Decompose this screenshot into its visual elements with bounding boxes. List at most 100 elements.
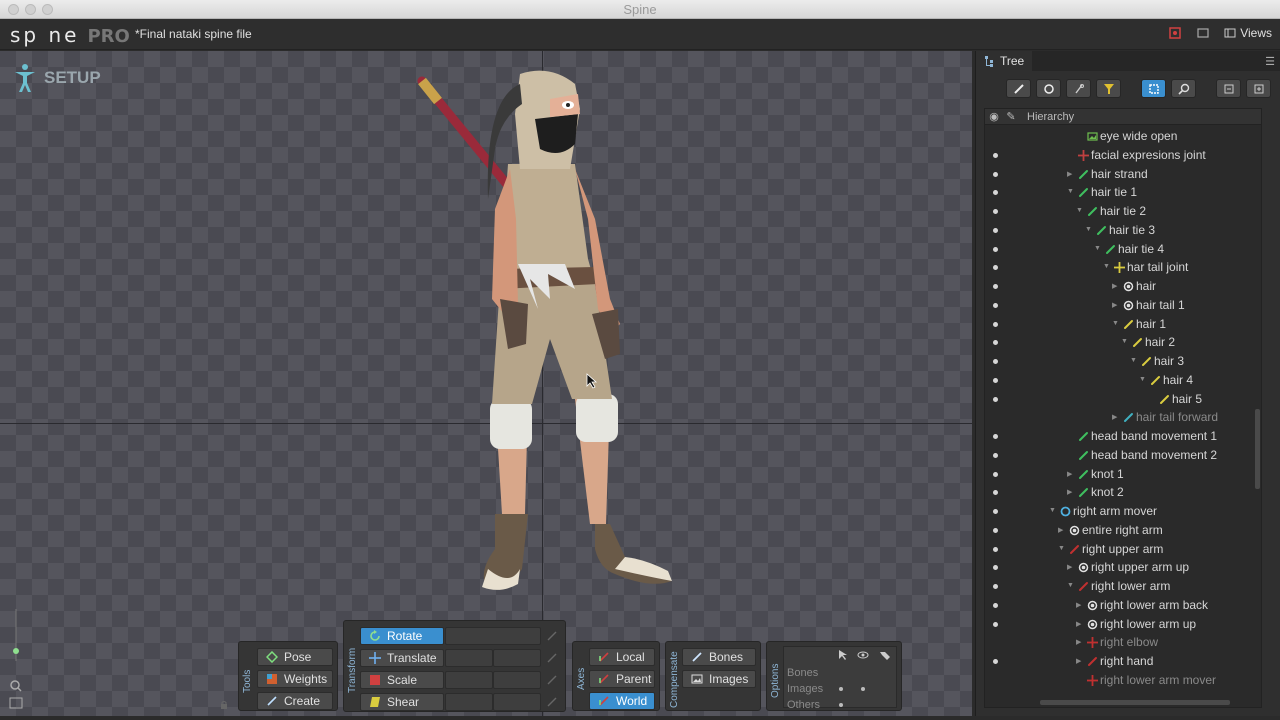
tree-row[interactable]: ▶ hair tail 1 xyxy=(985,296,1255,315)
select-cursor-icon[interactable] xyxy=(837,649,849,661)
tree-row[interactable]: ▼ hair tie 3 xyxy=(985,221,1255,240)
visibility-dot[interactable] xyxy=(993,340,998,346)
tree-row[interactable]: eye wide open xyxy=(985,127,1255,146)
windows-icon[interactable] xyxy=(1196,26,1210,40)
tree-row[interactable]: facial expresions joint xyxy=(985,146,1255,165)
visibility-dot[interactable] xyxy=(993,434,998,439)
visibility-dot[interactable] xyxy=(993,546,998,552)
visibility-dot[interactable] xyxy=(993,152,998,158)
translate-y-field[interactable] xyxy=(493,649,541,667)
tree-row[interactable]: ▶ knot 2 xyxy=(985,483,1255,502)
visibility-dot[interactable] xyxy=(993,377,998,383)
character-skeleton[interactable] xyxy=(400,69,690,599)
tree-row[interactable]: ▶ right elbow xyxy=(985,633,1255,652)
tree-vertical-scrollbar[interactable] xyxy=(1255,409,1260,489)
visibility-dot[interactable] xyxy=(993,621,998,627)
visibility-dot[interactable] xyxy=(993,359,998,364)
visibility-dot[interactable] xyxy=(993,302,998,308)
collapsed-arrow-icon[interactable]: ▶ xyxy=(1067,563,1072,571)
tree-tab[interactable]: Tree xyxy=(976,51,1033,71)
hierarchy-tree[interactable]: ◉ ✎ Hierarchy eye wide open facial expres… xyxy=(984,108,1262,708)
visibility-dot[interactable] xyxy=(993,171,998,177)
spine-view-icon[interactable] xyxy=(1168,26,1182,40)
expanded-arrow-icon[interactable]: ▼ xyxy=(1121,338,1128,345)
tree-row[interactable]: ▼ hair 3 xyxy=(985,352,1255,371)
compensate-images-button[interactable]: Images xyxy=(682,670,756,688)
visibility-dot[interactable] xyxy=(993,565,998,571)
visibility-dot[interactable] xyxy=(993,584,998,589)
filter-attachments-button[interactable] xyxy=(1066,79,1091,98)
visibility-dot[interactable] xyxy=(993,490,998,496)
visibility-dot[interactable] xyxy=(993,246,998,252)
setup-mode-indicator[interactable]: SETUP xyxy=(12,63,101,93)
scale-button[interactable]: Scale xyxy=(360,671,444,689)
key-column-icon[interactable]: ✎ xyxy=(1003,110,1019,123)
others-select-toggle[interactable] xyxy=(839,703,843,707)
rotate-value-field[interactable] xyxy=(445,627,541,645)
tree-row[interactable]: ▼ hair tie 4 xyxy=(985,240,1255,259)
visibility-dot[interactable] xyxy=(993,602,998,608)
translate-x-field[interactable] xyxy=(445,649,493,667)
expanded-arrow-icon[interactable]: ▼ xyxy=(1112,320,1119,327)
collapsed-arrow-icon[interactable]: ▶ xyxy=(1067,470,1072,478)
collapsed-arrow-icon[interactable]: ▶ xyxy=(1067,488,1072,496)
expanded-arrow-icon[interactable]: ▼ xyxy=(1085,226,1092,233)
filter-constraints-button[interactable] xyxy=(1096,79,1121,98)
collapsed-arrow-icon[interactable]: ▶ xyxy=(1076,638,1081,646)
tree-row[interactable]: ▶ right hand xyxy=(985,652,1255,671)
visibility-dot[interactable] xyxy=(993,509,998,514)
tree-row[interactable]: ▶ right upper arm up xyxy=(985,558,1255,577)
expanded-arrow-icon[interactable]: ▼ xyxy=(1049,507,1056,514)
tree-row[interactable]: ▼ hair 2 xyxy=(985,333,1255,352)
local-axes-button[interactable]: Local xyxy=(589,648,655,666)
visibility-dot[interactable] xyxy=(993,265,998,271)
collapsed-arrow-icon[interactable]: ▶ xyxy=(1112,282,1117,290)
tree-row[interactable]: ▶ hair strand xyxy=(985,165,1255,184)
shear-button[interactable]: Shear xyxy=(360,693,444,711)
collapsed-arrow-icon[interactable]: ▶ xyxy=(1076,657,1081,665)
tree-row[interactable]: ▼ right lower arm xyxy=(985,577,1255,596)
tree-row[interactable]: ▶ hair xyxy=(985,277,1255,296)
shear-x-field[interactable] xyxy=(445,693,493,711)
tree-row[interactable]: right lower arm mover xyxy=(985,671,1255,690)
visibility-dot[interactable] xyxy=(993,659,998,664)
translate-key-icon[interactable] xyxy=(546,652,558,664)
tree-row[interactable]: ▶ hair tail forward xyxy=(985,408,1255,427)
collapse-all-button[interactable] xyxy=(1216,79,1241,98)
collapsed-arrow-icon[interactable]: ▶ xyxy=(1058,526,1063,534)
tree-row[interactable]: hair 5 xyxy=(985,390,1255,409)
expanded-arrow-icon[interactable]: ▼ xyxy=(1103,263,1110,270)
tree-row[interactable]: ▶ knot 1 xyxy=(985,465,1255,484)
visibility-dot[interactable] xyxy=(993,452,998,458)
tree-row[interactable]: head band movement 1 xyxy=(985,427,1255,446)
names-icon[interactable] xyxy=(879,649,891,661)
lock-icon[interactable] xyxy=(219,700,229,710)
filter-slots-button[interactable] xyxy=(1036,79,1061,98)
create-button[interactable]: Create xyxy=(257,692,333,710)
visibility-dot[interactable] xyxy=(993,190,998,196)
tree-row[interactable]: head band movement 2 xyxy=(985,446,1255,465)
tree-row[interactable]: ▶ right lower arm back xyxy=(985,596,1255,615)
zoom-control[interactable] xyxy=(8,601,24,714)
visibility-dot[interactable] xyxy=(993,527,998,533)
tree-row[interactable]: ▼ hair 4 xyxy=(985,371,1255,390)
expanded-arrow-icon[interactable]: ▼ xyxy=(1130,357,1137,364)
focus-selection-button[interactable] xyxy=(1141,79,1166,98)
tree-row[interactable]: ▼ hair tie 1 xyxy=(985,183,1255,202)
tree-row[interactable]: ▼ right upper arm xyxy=(985,540,1255,559)
tree-row[interactable]: ▼ har tail joint xyxy=(985,258,1255,277)
weights-button[interactable]: Weights xyxy=(257,670,333,688)
expanded-arrow-icon[interactable]: ▼ xyxy=(1076,207,1083,214)
pose-button[interactable]: Pose xyxy=(257,648,333,666)
expanded-arrow-icon[interactable]: ▼ xyxy=(1139,376,1146,383)
compensate-bones-button[interactable]: Bones xyxy=(682,648,756,666)
scale-key-icon[interactable] xyxy=(546,674,558,686)
collapsed-arrow-icon[interactable]: ▶ xyxy=(1076,601,1081,609)
panel-menu-icon[interactable]: ☰ xyxy=(1265,55,1275,68)
visibility-dot[interactable] xyxy=(993,227,998,233)
visibility-dot[interactable] xyxy=(993,284,998,289)
expanded-arrow-icon[interactable]: ▼ xyxy=(1067,582,1074,589)
editor-viewport[interactable]: SETUP Tools Pose Weights Create Transfor… xyxy=(0,51,972,716)
tree-horizontal-scrollbar[interactable] xyxy=(1040,700,1230,705)
shear-y-field[interactable] xyxy=(493,693,541,711)
